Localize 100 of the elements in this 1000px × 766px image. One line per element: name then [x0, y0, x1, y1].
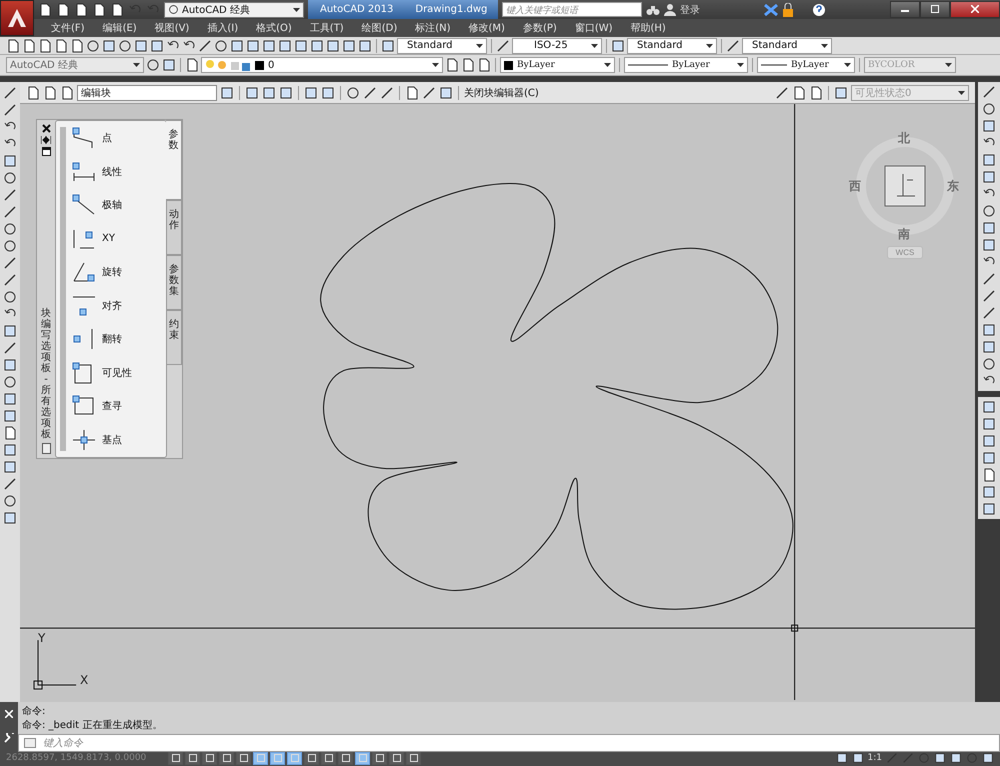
- user-icon[interactable]: [664, 3, 676, 16]
- square-icon[interactable]: [982, 502, 996, 516]
- style-dropdown[interactable]: Standard: [742, 38, 832, 54]
- circle-icon[interactable]: [982, 102, 996, 116]
- line-icon[interactable]: [775, 86, 789, 100]
- document-icon[interactable]: [3, 426, 17, 440]
- status-toggle[interactable]: [406, 752, 421, 764]
- square-icon[interactable]: [950, 752, 962, 764]
- square-icon[interactable]: [982, 221, 996, 235]
- circle-icon[interactable]: [982, 204, 996, 218]
- menu-item[interactable]: 帮助(H): [622, 21, 675, 35]
- square-icon[interactable]: [134, 38, 148, 52]
- x-logo-icon[interactable]: [764, 4, 778, 16]
- square-icon[interactable]: [982, 119, 996, 133]
- document-icon[interactable]: [405, 86, 419, 100]
- document-icon[interactable]: [809, 86, 823, 100]
- circle-icon[interactable]: [214, 38, 228, 52]
- square-icon[interactable]: [982, 170, 996, 184]
- parameter-item[interactable]: 查寻: [72, 395, 162, 418]
- square-icon[interactable]: [220, 86, 234, 100]
- document-icon[interactable]: [56, 2, 70, 16]
- line-icon[interactable]: [3, 205, 17, 219]
- status-toggle[interactable]: [389, 752, 404, 764]
- menu-item[interactable]: 编辑(E): [94, 21, 146, 35]
- palette-tab[interactable]: 参数: [166, 120, 182, 200]
- document-icon[interactable]: [74, 2, 88, 16]
- square-icon[interactable]: [982, 340, 996, 354]
- close-block-editor-button[interactable]: 关闭块编辑器(C): [464, 86, 539, 100]
- circle-icon[interactable]: [982, 357, 996, 371]
- palette-tab[interactable]: 参数集: [166, 255, 182, 310]
- square-icon[interactable]: [230, 38, 244, 52]
- square-icon[interactable]: [439, 86, 453, 100]
- square-icon[interactable]: [982, 153, 996, 167]
- parameter-item[interactable]: 可见性: [72, 362, 162, 384]
- status-toggle[interactable]: [287, 752, 302, 764]
- square-icon[interactable]: [982, 485, 996, 499]
- square-icon[interactable]: [982, 323, 996, 337]
- square-icon[interactable]: [102, 38, 116, 52]
- line-icon[interactable]: [3, 103, 17, 117]
- command-input[interactable]: 键入命令: [18, 734, 1000, 752]
- binoculars-icon[interactable]: [646, 4, 660, 16]
- status-toggle[interactable]: [185, 752, 200, 764]
- document-icon[interactable]: [26, 86, 40, 100]
- square-icon[interactable]: [3, 392, 17, 406]
- workspace-dropdown[interactable]: AutoCAD 经典: [164, 2, 304, 18]
- status-toggle[interactable]: [168, 752, 183, 764]
- menu-item[interactable]: 工具(T): [300, 21, 353, 35]
- line-icon[interactable]: [982, 85, 996, 99]
- square-icon[interactable]: [245, 86, 259, 100]
- parameter-item[interactable]: 点: [72, 127, 162, 149]
- square-icon[interactable]: [381, 38, 395, 52]
- status-toggle[interactable]: [338, 752, 353, 764]
- square-icon[interactable]: [279, 86, 293, 100]
- status-toggle[interactable]: [304, 752, 319, 764]
- circle-icon[interactable]: [3, 494, 17, 508]
- line-icon[interactable]: [726, 38, 740, 52]
- circle-icon[interactable]: [3, 239, 17, 253]
- square-icon[interactable]: [611, 38, 625, 52]
- maximize-button[interactable]: [920, 1, 950, 18]
- parameter-item[interactable]: 旋转: [72, 261, 162, 284]
- square-icon[interactable]: [294, 38, 308, 52]
- square-icon[interactable]: [326, 38, 340, 52]
- square-icon[interactable]: [304, 86, 318, 100]
- status-toggle[interactable]: [372, 752, 387, 764]
- document-icon[interactable]: [461, 58, 475, 72]
- circle-icon[interactable]: [3, 171, 17, 185]
- square-icon[interactable]: [982, 752, 994, 764]
- square-icon[interactable]: [934, 752, 946, 764]
- status-toggle[interactable]: [321, 752, 336, 764]
- menu-item[interactable]: 视图(V): [146, 21, 198, 35]
- status-toggle[interactable]: [202, 752, 217, 764]
- square-icon[interactable]: [262, 38, 276, 52]
- square-icon[interactable]: [3, 460, 17, 474]
- document-icon[interactable]: [60, 86, 74, 100]
- square-icon[interactable]: [834, 86, 848, 100]
- document-icon[interactable]: [43, 86, 57, 100]
- square-icon[interactable]: [246, 38, 260, 52]
- circle-icon[interactable]: [118, 38, 132, 52]
- parameter-item[interactable]: 对齐: [72, 294, 162, 317]
- status-toggle[interactable]: [355, 752, 370, 764]
- menu-item[interactable]: 修改(M): [460, 21, 514, 35]
- properties-icon[interactable]: [42, 147, 50, 156]
- title-bar-tab[interactable]: AutoCAD 2013 Drawing1.dwg: [308, 0, 498, 19]
- circle-icon[interactable]: [86, 38, 100, 52]
- menu-item[interactable]: 绘图(D): [352, 21, 406, 35]
- document-icon[interactable]: [792, 86, 806, 100]
- square-icon[interactable]: [150, 38, 164, 52]
- line-icon[interactable]: [3, 477, 17, 491]
- lineweight-dropdown[interactable]: ByLayer: [757, 57, 855, 73]
- line-icon[interactable]: [3, 86, 17, 100]
- menu-item[interactable]: 参数(P): [514, 21, 566, 35]
- document-icon[interactable]: [445, 58, 459, 72]
- parameter-item[interactable]: 线性: [72, 160, 162, 183]
- square-icon[interactable]: [3, 154, 17, 168]
- parameter-item[interactable]: 基点: [72, 428, 162, 451]
- lock-icon[interactable]: [782, 2, 794, 16]
- minimize-button[interactable]: [890, 1, 920, 18]
- document-icon[interactable]: [92, 2, 106, 16]
- workspace-dropdown[interactable]: AutoCAD 经典: [6, 57, 144, 73]
- square-icon[interactable]: [321, 86, 335, 100]
